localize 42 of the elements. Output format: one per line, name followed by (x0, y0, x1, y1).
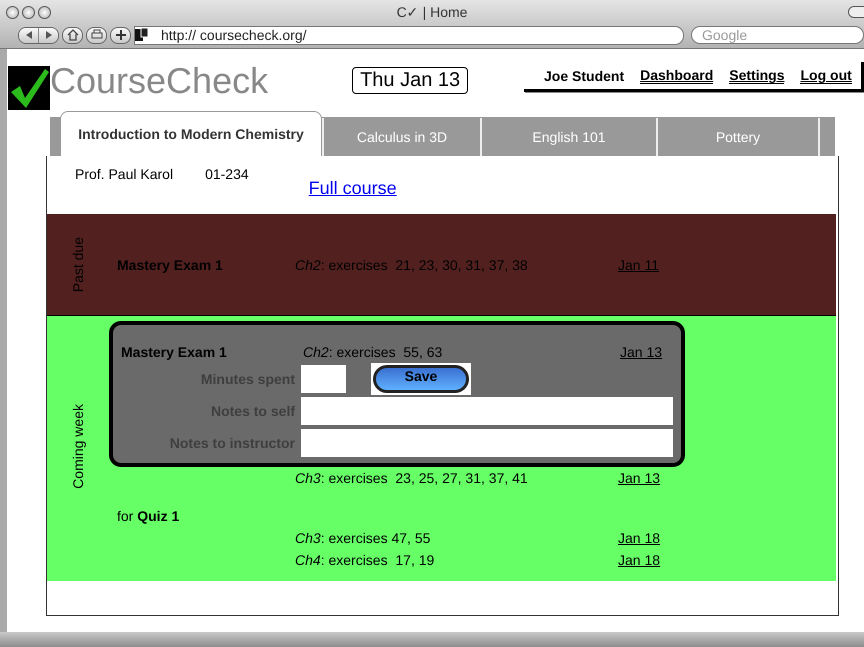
section-label: Past due (70, 236, 86, 292)
due-date-link[interactable]: Jan 13 (620, 344, 662, 360)
due-date-link[interactable]: Jan 18 (618, 552, 660, 568)
item-title: Mastery Exam 1 (116, 256, 224, 272)
notes-field[interactable] (301, 429, 673, 457)
home-icon[interactable] (62, 26, 83, 44)
professor-name: Prof. Paul Karol (75, 166, 174, 182)
assignment-text: Ch3: exercises 23, 25, 27, 31, 37, 41 (295, 470, 529, 486)
notes-field[interactable] (301, 397, 673, 425)
nav-link[interactable]: Dashboard (640, 67, 714, 84)
course-tab[interactable]: Introduction to Modern Chemistry (60, 111, 322, 156)
date-display: Thu Jan 13 (352, 66, 468, 94)
item-title: Mastery Exam 1 (120, 344, 228, 360)
address-field[interactable]: http:// coursecheck.org/ (134, 26, 684, 44)
user-name: Joe Student (544, 68, 624, 84)
window-title: C✓ | Home (396, 4, 468, 20)
section-label: Coming week (70, 404, 86, 488)
assignment-text: Ch4: exercises 17, 19 (295, 552, 436, 568)
due-date-link[interactable]: Jan 13 (618, 470, 660, 486)
full-course-link[interactable]: Full course (308, 178, 397, 199)
print-icon[interactable] (86, 26, 107, 44)
save-button[interactable]: Save (373, 365, 469, 393)
page-icon (135, 28, 149, 42)
toolbar-toggle-icon[interactable] (848, 6, 864, 18)
course-code: 01-234 (205, 166, 249, 182)
back-icon[interactable] (19, 28, 38, 42)
assignment-text: Ch3: exercises 47, 55 (295, 530, 432, 546)
add-bookmark-icon[interactable] (110, 26, 131, 44)
nav-link[interactable]: Settings (729, 67, 784, 84)
window-control-icon[interactable] (22, 6, 35, 18)
search-field[interactable]: Google (691, 26, 864, 44)
item-title: for Quiz 1 (116, 508, 180, 524)
minutes-field[interactable] (301, 365, 346, 393)
window-control-icon[interactable] (38, 6, 51, 18)
window-control-icon[interactable] (6, 6, 19, 18)
logo-text: CourseCheck (50, 60, 268, 102)
assignment-text: Ch2: exercises 55, 63 (302, 344, 444, 360)
assignment-text: Ch2: exercises 21, 23, 30, 31, 37, 38 (295, 256, 529, 272)
forward-icon[interactable] (38, 28, 58, 42)
due-date-link[interactable]: Jan 18 (618, 530, 660, 546)
nav-link[interactable]: Log out (800, 67, 852, 84)
checkmark-logo-icon (8, 66, 50, 110)
